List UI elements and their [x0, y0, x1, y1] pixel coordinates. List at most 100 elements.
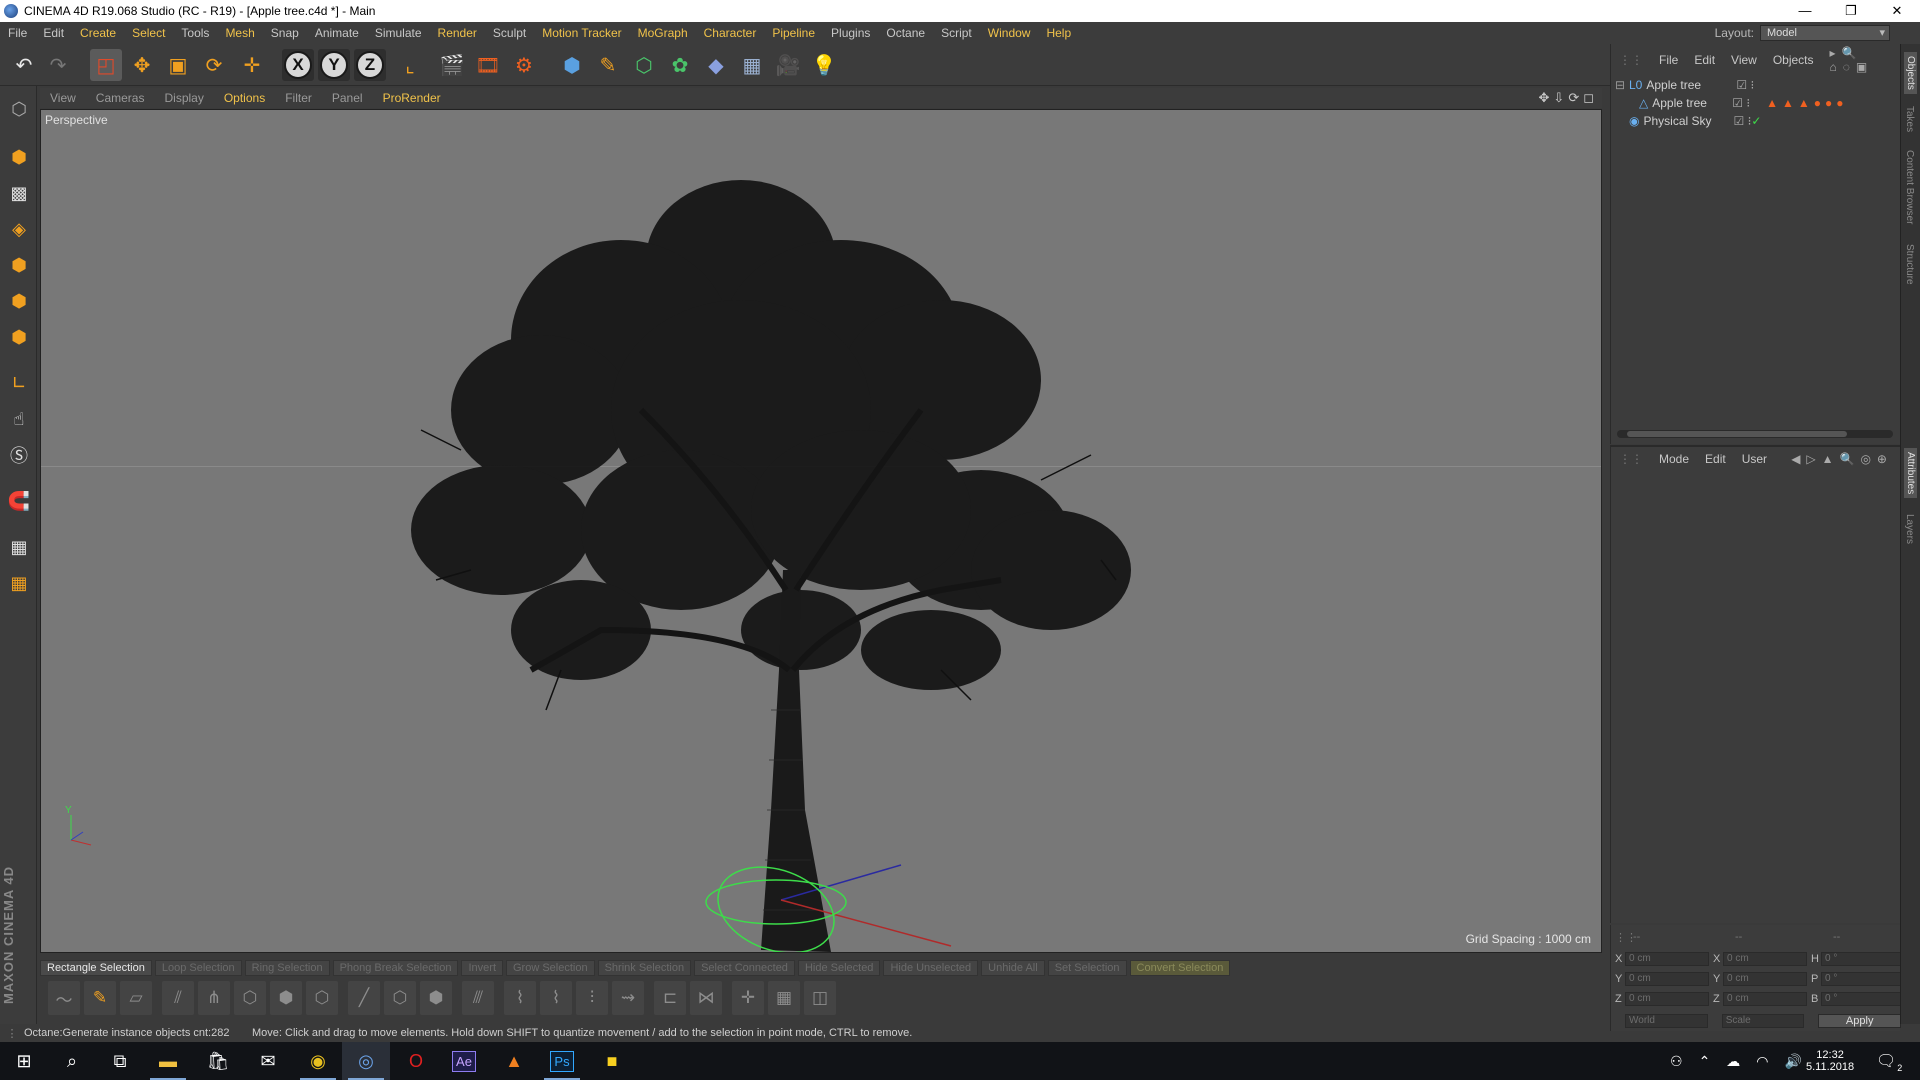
menu-octane[interactable]: Octane [878, 26, 933, 40]
points-mode-icon[interactable]: ⬢ [4, 250, 34, 280]
tab-layers[interactable]: Layers [1904, 514, 1915, 544]
mail-icon[interactable]: ✉ [244, 1042, 292, 1080]
people-icon[interactable]: ⚇ [1670, 1053, 1683, 1070]
viewport-menu-options[interactable]: Options [214, 91, 275, 105]
camera-icon[interactable]: 🎥 [772, 49, 804, 81]
rotation-p-field[interactable]: 0 ° [1821, 972, 1901, 986]
slide-icon[interactable]: ⫶ [576, 981, 608, 1015]
menu-script[interactable]: Script [933, 26, 980, 40]
object-row-apple-tree-child[interactable]: △ Apple tree ☑ ⁝ ▲▲▲●●● [1611, 94, 1901, 112]
viewport-menu-cameras[interactable]: Cameras [86, 91, 155, 105]
coordinate-system-icon[interactable]: ⌞ [394, 49, 426, 81]
solo-mode-icon[interactable]: Ⓢ [4, 440, 34, 470]
menu-plugins[interactable]: Plugins [823, 26, 878, 40]
undo-icon[interactable]: ↶ [8, 49, 40, 81]
menu-help[interactable]: Help [1038, 26, 1079, 40]
collapse-icon[interactable]: ⊟ [1615, 78, 1625, 92]
clock[interactable]: 12:32 5.11.2018 [1806, 1042, 1854, 1080]
cube-icon[interactable]: ⬢ [556, 49, 588, 81]
objects-menu-edit[interactable]: Edit [1686, 53, 1723, 67]
light-icon[interactable]: 💡 [808, 49, 840, 81]
deformer-icon[interactable]: ◆ [700, 49, 732, 81]
hide-selected-button[interactable]: Hide Selected [797, 960, 881, 976]
scrollbar-thumb[interactable] [1627, 431, 1847, 437]
attributes-nav-icons[interactable]: ◀▷▲🔍◎⊕ [1783, 452, 1901, 466]
polygon-pen-icon[interactable]: ▱ [120, 981, 152, 1015]
texture-mode-icon[interactable]: ▩ [4, 178, 34, 208]
objects-menu-view[interactable]: View [1723, 53, 1765, 67]
edge-cut-icon[interactable]: ⫻ [462, 981, 494, 1015]
transform-icon[interactable]: ✛ [236, 49, 268, 81]
onedrive-icon[interactable]: ☁ [1726, 1053, 1740, 1070]
viewport-menu-panel[interactable]: Panel [322, 91, 373, 105]
redo-icon[interactable]: ↷ [42, 49, 74, 81]
x-axis-lock-button[interactable]: X [282, 49, 314, 81]
tray-expand-icon[interactable]: ⌃ [1699, 1053, 1711, 1070]
layout-dropdown[interactable]: Model [1760, 25, 1890, 41]
object-row-apple-tree[interactable]: ⊟ L0 Apple tree ☑ ⁝ [1611, 76, 1901, 94]
tweak-mode-icon[interactable]: ☝ [4, 404, 34, 434]
nurbs-icon[interactable]: ⬡ [628, 49, 660, 81]
scale-icon[interactable]: ▣ [162, 49, 194, 81]
edges-mode-icon[interactable]: ⬢ [4, 286, 34, 316]
windows-start-icon[interactable]: ⊞ [0, 1042, 48, 1080]
iron-icon[interactable]: ⌇ [540, 981, 572, 1015]
spline-pen-icon[interactable]: ✎ [592, 49, 624, 81]
convert-selection-button[interactable]: Convert Selection [1129, 960, 1231, 976]
make-editable-icon[interactable]: ⬡ [4, 94, 34, 124]
viewport-menu-view[interactable]: View [40, 91, 86, 105]
viewport-menu-prorender[interactable]: ProRender [373, 91, 451, 105]
snapping-icon[interactable]: 🧲 [4, 486, 34, 516]
axis-mode-icon[interactable]: ∟ [4, 368, 34, 398]
mograph-cloner-icon[interactable]: ✿ [664, 49, 696, 81]
position-y-field[interactable]: 0 cm [1625, 972, 1709, 986]
rotate-icon[interactable]: ⟳ [198, 49, 230, 81]
wifi-icon[interactable]: ◠ [1756, 1053, 1768, 1070]
brush-icon[interactable]: ✎ [84, 981, 116, 1015]
visibility-toggle-icon[interactable]: ☑ ⁝ [1732, 96, 1750, 110]
tab-objects[interactable]: Objects [1904, 52, 1917, 94]
render-view-icon[interactable]: 🎬 [436, 49, 468, 81]
model-mode-icon[interactable]: ⬢ [4, 142, 34, 172]
objects-menu-file[interactable]: File [1651, 53, 1686, 67]
polygons-mode-icon[interactable]: ⬢ [4, 322, 34, 352]
rotation-h-field[interactable]: 0 ° [1821, 952, 1901, 966]
task-view-icon[interactable]: ⧉ [96, 1042, 144, 1080]
unhide-all-button[interactable]: Unhide All [981, 960, 1045, 976]
attributes-menu-mode[interactable]: Mode [1651, 452, 1697, 466]
menu-simulate[interactable]: Simulate [367, 26, 430, 40]
close-button[interactable]: ✕ [1874, 0, 1920, 22]
menu-select[interactable]: Select [124, 26, 173, 40]
menu-animate[interactable]: Animate [307, 26, 367, 40]
position-z-field[interactable]: 0 cm [1625, 992, 1709, 1006]
opera-icon[interactable]: O [392, 1042, 440, 1080]
attributes-menu-edit[interactable]: Edit [1697, 452, 1734, 466]
tab-takes[interactable]: Takes [1904, 106, 1915, 132]
create-point-icon[interactable]: ✛ [732, 981, 764, 1015]
set-point-value-icon[interactable]: ⊏ [654, 981, 686, 1015]
volume-icon[interactable]: 🔊 [1785, 1053, 1802, 1070]
objects-toolbar-icons[interactable]: ▸🔍⌂◌▣ [1822, 46, 1901, 74]
extrude-icon[interactable]: ⬡ [234, 981, 266, 1015]
viewport-menu-filter[interactable]: Filter [275, 91, 322, 105]
stitch-sew-icon[interactable]: ⇝ [612, 981, 644, 1015]
objects-horizontal-scrollbar[interactable] [1617, 430, 1893, 438]
menu-pipeline[interactable]: Pipeline [764, 26, 823, 40]
phong-break-selection-button[interactable]: Phong Break Selection [332, 960, 459, 976]
menu-create[interactable]: Create [72, 26, 124, 40]
bridge-icon[interactable]: ⫽ [162, 981, 194, 1015]
viewport-menu-display[interactable]: Display [154, 91, 213, 105]
rectangle-selection-button[interactable]: Rectangle Selection [40, 960, 152, 976]
menu-edit[interactable]: Edit [35, 26, 72, 40]
hide-unselected-button[interactable]: Hide Unselected [883, 960, 979, 976]
tab-content-browser[interactable]: Content Browser [1904, 150, 1915, 224]
chrome-icon[interactable]: ◉ [294, 1042, 342, 1080]
menu-snap[interactable]: Snap [263, 26, 307, 40]
extrude-inner-icon[interactable]: ⬢ [270, 981, 302, 1015]
after-effects-icon[interactable]: Ae [440, 1042, 488, 1080]
material-tags-icon[interactable]: ▲▲▲●●● [1766, 96, 1847, 110]
size-x-field[interactable]: 0 cm [1723, 952, 1807, 966]
menu-sculpt[interactable]: Sculpt [485, 26, 534, 40]
workplane-lock-icon[interactable]: ▦ [4, 532, 34, 562]
menu-mograph[interactable]: MoGraph [630, 26, 696, 40]
